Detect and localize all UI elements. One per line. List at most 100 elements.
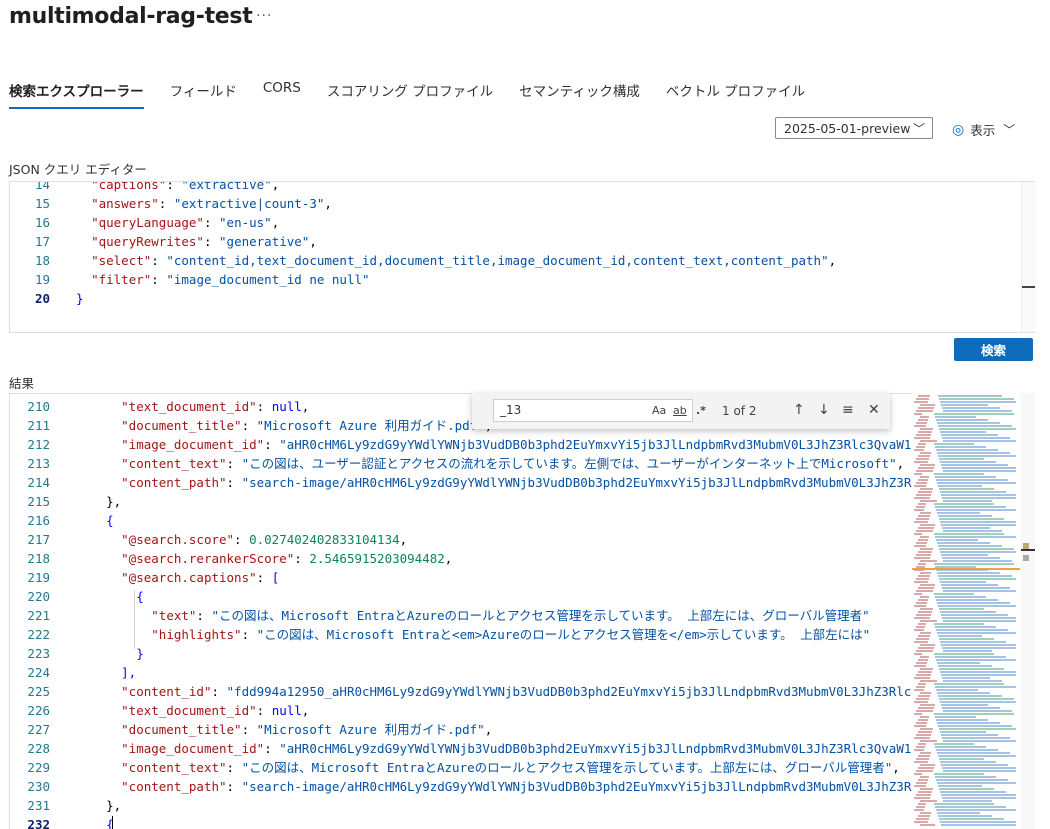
code-token: "この図は、ユーザー認証とアクセスの流れを示しています。左側では、ユーザーがイン… [241, 456, 897, 471]
close-find-icon[interactable]: ✕ [868, 402, 880, 418]
minimap-line [916, 470, 933, 472]
minimap-line [914, 737, 930, 739]
minimap-line [918, 455, 930, 457]
code-token: } [76, 291, 84, 306]
code-token: , [309, 234, 317, 249]
minimap-line [936, 689, 978, 691]
minimap-line [938, 785, 982, 787]
regex-toggle[interactable]: .* [696, 404, 706, 417]
minimap-line [935, 596, 986, 598]
minimap-line [942, 557, 1000, 559]
tab-2[interactable]: CORS [263, 80, 301, 107]
results-editor[interactable]: 210 "text_document_id": null, 211 "docume… [9, 393, 1035, 829]
minimap-line [941, 494, 1016, 496]
line-number: 216 [27, 513, 50, 528]
minimap-line [918, 443, 926, 445]
minimap-line [914, 809, 924, 811]
line-number: 213 [27, 456, 50, 471]
minimap-line [934, 443, 974, 445]
minimap-line [916, 602, 927, 604]
minimap-line [934, 653, 994, 655]
minimap-line [940, 581, 986, 583]
line-number: 225 [27, 684, 50, 699]
editor-scrollbar[interactable] [1021, 182, 1036, 332]
code-line: 222 "highlights": "この図は、Microsoft Entraと… [10, 625, 1034, 644]
find-in-selection-icon[interactable]: ≡ [842, 402, 854, 418]
code-token: "@search.captions" [121, 570, 257, 585]
minimap-line [938, 545, 1002, 547]
minimap-line [916, 410, 933, 412]
minimap-line [916, 650, 933, 652]
minimap-line [942, 467, 1016, 469]
query-editor[interactable]: 14 "captions": "extractive", 15 "answers"… [9, 181, 1035, 333]
minimap-line [934, 803, 994, 805]
minimap-line [943, 650, 992, 652]
minimap-line [939, 788, 994, 790]
tab-0[interactable]: 検索エクスプローラー [9, 80, 144, 109]
next-match-icon[interactable]: ↓ [818, 402, 830, 418]
minimap-line [941, 434, 998, 436]
code-token: "fdd994a12950_aHR0cHM6Ly9zdG9yYWdlYWNjb3… [226, 684, 934, 699]
code-token: : [241, 627, 257, 642]
code-token: "@search.score" [121, 532, 235, 547]
tab-4[interactable]: セマンティック構成 [519, 80, 640, 107]
minimap-line [939, 608, 984, 610]
code-token: "image_document_id" [121, 741, 265, 756]
search-button[interactable]: 検索 [954, 338, 1033, 361]
code-token: "search-image/aHR0cHM6Ly9zdG9yYWdlYWNjb3… [241, 779, 949, 794]
minimap-line [920, 572, 931, 574]
tab-5[interactable]: ベクトル プロファイル [666, 80, 805, 107]
code-token: "image_document_id" [121, 437, 265, 452]
page-title: multimodal-rag-test [9, 4, 253, 29]
minimap-line [939, 818, 1004, 820]
minimap-line [943, 530, 1002, 532]
api-version-select[interactable]: 2025-05-01-preview ﹀ [775, 117, 933, 139]
minimap-line [934, 623, 984, 625]
view-button[interactable]: ◎ 表示 ﹀ [952, 120, 1015, 139]
minimap-line [939, 518, 1004, 520]
minimap-line [943, 590, 1016, 592]
code-token: , [484, 722, 493, 737]
minimap-line [939, 548, 1014, 550]
minimap-line [914, 761, 928, 763]
code-token: : [158, 196, 174, 211]
line-number: 222 [27, 627, 50, 642]
code-token: "content_path" [121, 779, 227, 794]
minimap[interactable] [912, 393, 1020, 829]
tab-3[interactable]: スコアリング プロファイル [327, 80, 493, 107]
minimap-line [920, 788, 933, 790]
tab-1[interactable]: フィールド [170, 80, 237, 107]
code-line: 14 "captions": "extractive", [10, 182, 1034, 194]
code-token: }, [106, 494, 122, 509]
previous-match-icon[interactable]: ↑ [793, 402, 805, 418]
minimap-line [920, 752, 931, 754]
code-token: , [896, 456, 905, 471]
code-token: "content_id,text_document_id,document_ti… [166, 253, 829, 268]
line-number: 232 [27, 817, 50, 829]
minimap-line [916, 554, 931, 556]
minimap-line [914, 653, 922, 655]
whole-word-toggle[interactable]: ab [673, 404, 687, 417]
more-options-button[interactable]: ··· [256, 8, 272, 24]
minimap-line [943, 470, 1016, 472]
minimap-line [920, 740, 937, 742]
code-token: "filter" [91, 272, 152, 287]
match-case-toggle[interactable]: Aa [652, 404, 666, 417]
code-token: "extractive|count-3" [173, 196, 325, 211]
code-line: 217 "@search.score": 0.02740240283310413… [10, 530, 1034, 549]
code-token: : [241, 418, 257, 433]
minimap-line [920, 656, 929, 658]
find-widget: _13 Aa ab .* 1 of 2 ↑ ↓ ≡ ✕ [472, 393, 890, 429]
code-text: } [76, 644, 144, 663]
minimap-line [941, 764, 1008, 766]
minimap-line [916, 422, 927, 424]
minimap-line [920, 416, 929, 418]
results-scrollbar[interactable] [1021, 393, 1035, 829]
